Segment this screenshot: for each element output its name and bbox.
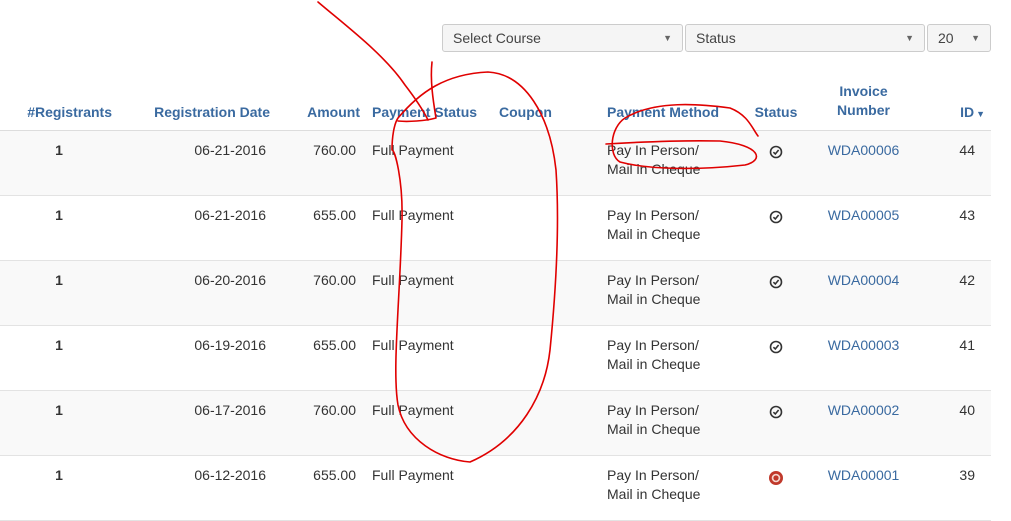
cell-id: 42 bbox=[911, 260, 991, 326]
check-circle-icon bbox=[769, 340, 783, 359]
cell-registration-date: 06-21-2016 bbox=[118, 195, 276, 261]
cell-amount: 655.00 bbox=[276, 325, 366, 391]
cell-registration-date: 06-19-2016 bbox=[118, 325, 276, 391]
col-status[interactable]: Status bbox=[736, 68, 816, 131]
status-select-value: Status bbox=[696, 30, 736, 46]
caret-down-icon: ▼ bbox=[905, 33, 914, 43]
invoice-link[interactable]: WDA00003 bbox=[828, 337, 900, 353]
caret-down-icon: ▼ bbox=[971, 33, 980, 43]
col-amount[interactable]: Amount bbox=[276, 68, 366, 131]
table-row[interactable]: 1 06-17-2016 760.00 Full Payment Pay In Pers… bbox=[0, 390, 991, 456]
cell-coupon bbox=[493, 260, 601, 326]
cell-registrants: 1 bbox=[0, 195, 118, 261]
cell-payment-status: Full Payment bbox=[366, 455, 493, 521]
cell-coupon bbox=[493, 455, 601, 521]
cell-payment-method: Pay In Person/Mail in Cheque bbox=[601, 260, 736, 326]
col-id[interactable]: ID ▼ bbox=[911, 68, 991, 131]
cell-payment-method: Pay In Person/Mail in Cheque bbox=[601, 390, 736, 456]
cell-id: 44 bbox=[911, 130, 991, 196]
cell-status bbox=[736, 130, 816, 196]
table-header-row: #Registrants Registration Date Amount Pa… bbox=[0, 68, 991, 131]
cell-payment-method: Pay In Person/Mail in Cheque bbox=[601, 325, 736, 391]
table-row[interactable]: 1 06-21-2016 655.00 Full Payment Pay In Pers… bbox=[0, 195, 991, 261]
status-select[interactable]: Status ▼ bbox=[685, 24, 925, 52]
col-coupon[interactable]: Coupon bbox=[493, 68, 601, 131]
cell-invoice-number: WDA00005 bbox=[816, 195, 911, 261]
cell-invoice-number: WDA00002 bbox=[816, 390, 911, 456]
page-size-value: 20 bbox=[938, 30, 954, 46]
cell-payment-status: Full Payment bbox=[366, 130, 493, 196]
invoice-link[interactable]: WDA00004 bbox=[828, 272, 900, 288]
invoice-link[interactable]: WDA00005 bbox=[828, 207, 900, 223]
table-row[interactable]: 1 06-12-2016 655.00 Full Payment Pay In Pers… bbox=[0, 455, 991, 521]
cell-amount: 655.00 bbox=[276, 455, 366, 521]
cell-amount: 760.00 bbox=[276, 390, 366, 456]
cell-id: 41 bbox=[911, 325, 991, 391]
invoice-link[interactable]: WDA00001 bbox=[828, 467, 900, 483]
col-invoice-number[interactable]: Invoice Number bbox=[816, 68, 911, 131]
invoice-link[interactable]: WDA00002 bbox=[828, 402, 900, 418]
cell-id: 40 bbox=[911, 390, 991, 456]
page-size-select[interactable]: 20 ▼ bbox=[927, 24, 991, 52]
cell-registration-date: 06-20-2016 bbox=[118, 260, 276, 326]
check-circle-icon bbox=[769, 275, 783, 294]
cell-registrants: 1 bbox=[0, 325, 118, 391]
table-row[interactable]: 1 06-19-2016 655.00 Full Payment Pay In Pers… bbox=[0, 325, 991, 391]
cell-coupon bbox=[493, 195, 601, 261]
cell-amount: 760.00 bbox=[276, 130, 366, 196]
cell-registration-date: 06-21-2016 bbox=[118, 130, 276, 196]
cell-status bbox=[736, 325, 816, 391]
cell-payment-status: Full Payment bbox=[366, 390, 493, 456]
check-circle-icon bbox=[769, 145, 783, 164]
col-payment-method[interactable]: Payment Method bbox=[601, 68, 736, 131]
cell-amount: 655.00 bbox=[276, 195, 366, 261]
cell-payment-status: Full Payment bbox=[366, 325, 493, 391]
cell-coupon bbox=[493, 130, 601, 196]
col-invoice-line2: Number bbox=[837, 102, 890, 118]
cell-payment-method: Pay In Person/Mail in Cheque bbox=[601, 130, 736, 196]
cell-payment-method: Pay In Person/Mail in Cheque bbox=[601, 195, 736, 261]
cell-registrants: 1 bbox=[0, 390, 118, 456]
cell-coupon bbox=[493, 390, 601, 456]
cell-registrants: 1 bbox=[0, 130, 118, 196]
cell-invoice-number: WDA00006 bbox=[816, 130, 911, 196]
invoice-link[interactable]: WDA00006 bbox=[828, 142, 900, 158]
cell-payment-status: Full Payment bbox=[366, 260, 493, 326]
cell-invoice-number: WDA00001 bbox=[816, 455, 911, 521]
cell-id: 43 bbox=[911, 195, 991, 261]
cell-id: 39 bbox=[911, 455, 991, 521]
cell-coupon bbox=[493, 325, 601, 391]
cell-status bbox=[736, 260, 816, 326]
col-registration-date[interactable]: Registration Date bbox=[118, 68, 276, 131]
table-row[interactable]: 1 06-20-2016 760.00 Full Payment Pay In Pers… bbox=[0, 260, 991, 326]
caret-down-icon: ▼ bbox=[663, 33, 672, 43]
cell-invoice-number: WDA00003 bbox=[816, 325, 911, 391]
pending-circle-icon bbox=[768, 470, 784, 491]
registrations-table: #Registrants Registration Date Amount Pa… bbox=[0, 68, 991, 521]
sort-desc-caret-icon: ▼ bbox=[976, 109, 985, 119]
cell-invoice-number: WDA00004 bbox=[816, 260, 911, 326]
cell-payment-method: Pay In Person/Mail in Cheque bbox=[601, 455, 736, 521]
cell-status bbox=[736, 390, 816, 456]
course-select-value: Select Course bbox=[453, 30, 541, 46]
col-invoice-line1: Invoice bbox=[839, 83, 888, 99]
cell-status bbox=[736, 455, 816, 521]
col-registrants[interactable]: #Registrants bbox=[0, 68, 118, 131]
table-row[interactable]: 1 06-21-2016 760.00 Full Payment Pay In Pers… bbox=[0, 130, 991, 196]
cell-registration-date: 06-17-2016 bbox=[118, 390, 276, 456]
cell-registrants: 1 bbox=[0, 260, 118, 326]
cell-status bbox=[736, 195, 816, 261]
cell-registration-date: 06-12-2016 bbox=[118, 455, 276, 521]
course-select[interactable]: Select Course ▼ bbox=[442, 24, 683, 52]
check-circle-icon bbox=[769, 405, 783, 424]
cell-payment-status: Full Payment bbox=[366, 195, 493, 261]
cell-registrants: 1 bbox=[0, 455, 118, 521]
col-payment-status[interactable]: Payment Status bbox=[366, 68, 493, 131]
check-circle-icon bbox=[769, 210, 783, 229]
cell-amount: 760.00 bbox=[276, 260, 366, 326]
